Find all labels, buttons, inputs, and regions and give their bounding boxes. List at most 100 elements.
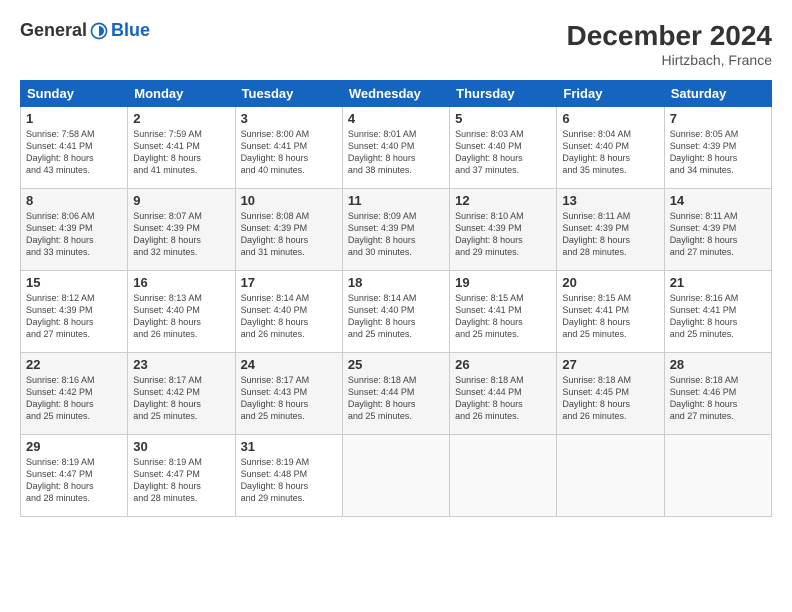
table-cell: 18Sunrise: 8:14 AM Sunset: 4:40 PM Dayli… [342,271,449,353]
day-number: 2 [133,111,229,126]
table-cell: 31 Sunrise: 8:19 AM Sunset: 4:48 PM Dayli… [235,435,342,517]
day-number: 30 [133,439,229,454]
day-number: 12 [455,193,551,208]
day-number: 31 [241,439,337,454]
day-number: 25 [348,357,444,372]
day-number: 22 [26,357,122,372]
cell-info: Sunrise: 8:04 AM Sunset: 4:40 PM Dayligh… [562,128,658,177]
month-year: December 2024 [567,20,772,52]
day-number: 4 [348,111,444,126]
page: General Blue December 2024 Hirtzbach, Fr… [0,0,792,612]
day-number: 19 [455,275,551,290]
day-number: 13 [562,193,658,208]
day-number: 6 [562,111,658,126]
table-cell: 27 Sunrise: 8:18 AM Sunset: 4:45 PM Dayli… [557,353,664,435]
cell-info: Sunrise: 8:17 AM Sunset: 4:42 PM Dayligh… [133,374,229,423]
title-block: December 2024 Hirtzbach, France [567,20,772,68]
table-cell: 10 Sunrise: 8:08 AM Sunset: 4:39 PM Dayli… [235,189,342,271]
day-number: 3 [241,111,337,126]
col-friday: Friday [557,81,664,107]
table-cell: 14Sunrise: 8:11 AM Sunset: 4:39 PM Dayli… [664,189,771,271]
cell-info: Sunrise: 8:16 AM Sunset: 4:42 PM Dayligh… [26,374,122,423]
table-cell [342,435,449,517]
cell-info: Sunrise: 8:19 AM Sunset: 4:48 PM Dayligh… [241,456,337,505]
table-cell: 23 Sunrise: 8:17 AM Sunset: 4:42 PM Dayli… [128,353,235,435]
cell-info: Sunrise: 8:17 AM Sunset: 4:43 PM Dayligh… [241,374,337,423]
table-cell: 15 Sunrise: 8:12 AM Sunset: 4:39 PM Dayli… [21,271,128,353]
table-cell: 12 Sunrise: 8:10 AM Sunset: 4:39 PM Dayli… [450,189,557,271]
day-number: 17 [241,275,337,290]
table-cell [664,435,771,517]
day-number: 11 [348,193,444,208]
table-cell: 7 Sunrise: 8:05 AM Sunset: 4:39 PM Daylig… [664,107,771,189]
table-cell: 17 Sunrise: 8:14 AM Sunset: 4:40 PM Dayli… [235,271,342,353]
day-number: 24 [241,357,337,372]
day-number: 14 [670,193,766,208]
cell-info: Sunrise: 8:18 AM Sunset: 4:44 PM Dayligh… [348,374,444,423]
table-cell: 24 Sunrise: 8:17 AM Sunset: 4:43 PM Dayli… [235,353,342,435]
logo: General Blue [20,20,150,41]
cell-info: Sunrise: 8:18 AM Sunset: 4:46 PM Dayligh… [670,374,766,423]
cell-info: Sunrise: 8:18 AM Sunset: 4:44 PM Dayligh… [455,374,551,423]
table-cell: 29 Sunrise: 8:19 AM Sunset: 4:47 PM Dayli… [21,435,128,517]
day-number: 10 [241,193,337,208]
table-cell: 30 Sunrise: 8:19 AM Sunset: 4:47 PM Dayli… [128,435,235,517]
day-number: 5 [455,111,551,126]
cell-info: Sunrise: 8:08 AM Sunset: 4:39 PM Dayligh… [241,210,337,259]
table-cell: 19 Sunrise: 8:15 AM Sunset: 4:41 PM Dayli… [450,271,557,353]
table-cell [557,435,664,517]
cell-info: Sunrise: 8:05 AM Sunset: 4:39 PM Dayligh… [670,128,766,177]
day-number: 27 [562,357,658,372]
table-cell: 28 Sunrise: 8:18 AM Sunset: 4:46 PM Dayli… [664,353,771,435]
cell-info: Sunrise: 8:15 AM Sunset: 4:41 PM Dayligh… [455,292,551,341]
table-cell: 1Sunrise: 7:58 AM Sunset: 4:41 PM Daylig… [21,107,128,189]
table-cell: 16Sunrise: 8:13 AM Sunset: 4:40 PM Dayli… [128,271,235,353]
table-cell: 11 Sunrise: 8:09 AM Sunset: 4:39 PM Dayli… [342,189,449,271]
table-cell: 25 Sunrise: 8:18 AM Sunset: 4:44 PM Dayli… [342,353,449,435]
table-cell [450,435,557,517]
cell-info: Sunrise: 8:11 AM Sunset: 4:39 PM Dayligh… [562,210,658,259]
cell-info: Sunrise: 8:14 AM Sunset: 4:40 PM Dayligh… [241,292,337,341]
col-sunday: Sunday [21,81,128,107]
calendar-week-4: 22 Sunrise: 8:16 AM Sunset: 4:42 PM Dayli… [21,353,772,435]
table-cell: 20Sunrise: 8:15 AM Sunset: 4:41 PM Dayli… [557,271,664,353]
col-thursday: Thursday [450,81,557,107]
table-cell: 3Sunrise: 8:00 AM Sunset: 4:41 PM Daylig… [235,107,342,189]
cell-info: Sunrise: 8:06 AM Sunset: 4:39 PM Dayligh… [26,210,122,259]
cell-info: Sunrise: 8:07 AM Sunset: 4:39 PM Dayligh… [133,210,229,259]
calendar-week-2: 8 Sunrise: 8:06 AM Sunset: 4:39 PM Daylig… [21,189,772,271]
table-cell: 21Sunrise: 8:16 AM Sunset: 4:41 PM Dayli… [664,271,771,353]
calendar-week-5: 29 Sunrise: 8:19 AM Sunset: 4:47 PM Dayli… [21,435,772,517]
day-number: 7 [670,111,766,126]
table-cell: 6 Sunrise: 8:04 AM Sunset: 4:40 PM Daylig… [557,107,664,189]
col-tuesday: Tuesday [235,81,342,107]
header: General Blue December 2024 Hirtzbach, Fr… [20,20,772,68]
table-cell: 2 Sunrise: 7:59 AM Sunset: 4:41 PM Daylig… [128,107,235,189]
table-cell: 5Sunrise: 8:03 AM Sunset: 4:40 PM Daylig… [450,107,557,189]
logo-icon [89,21,109,41]
day-number: 23 [133,357,229,372]
day-number: 8 [26,193,122,208]
day-number: 1 [26,111,122,126]
calendar-week-1: 1Sunrise: 7:58 AM Sunset: 4:41 PM Daylig… [21,107,772,189]
cell-info: Sunrise: 8:19 AM Sunset: 4:47 PM Dayligh… [26,456,122,505]
cell-info: Sunrise: 8:09 AM Sunset: 4:39 PM Dayligh… [348,210,444,259]
table-cell: 26Sunrise: 8:18 AM Sunset: 4:44 PM Dayli… [450,353,557,435]
calendar-table: Sunday Monday Tuesday Wednesday Thursday… [20,80,772,517]
day-number: 9 [133,193,229,208]
day-number: 29 [26,439,122,454]
calendar-week-3: 15 Sunrise: 8:12 AM Sunset: 4:39 PM Dayli… [21,271,772,353]
cell-info: Sunrise: 7:59 AM Sunset: 4:41 PM Dayligh… [133,128,229,177]
logo-blue-text: Blue [111,20,150,41]
day-number: 21 [670,275,766,290]
table-cell: 13 Sunrise: 8:11 AM Sunset: 4:39 PM Dayli… [557,189,664,271]
cell-info: Sunrise: 8:10 AM Sunset: 4:39 PM Dayligh… [455,210,551,259]
table-cell: 9 Sunrise: 8:07 AM Sunset: 4:39 PM Daylig… [128,189,235,271]
cell-info: Sunrise: 8:12 AM Sunset: 4:39 PM Dayligh… [26,292,122,341]
day-number: 16 [133,275,229,290]
location: Hirtzbach, France [567,52,772,68]
day-number: 28 [670,357,766,372]
day-number: 15 [26,275,122,290]
cell-info: Sunrise: 8:19 AM Sunset: 4:47 PM Dayligh… [133,456,229,505]
cell-info: Sunrise: 8:18 AM Sunset: 4:45 PM Dayligh… [562,374,658,423]
